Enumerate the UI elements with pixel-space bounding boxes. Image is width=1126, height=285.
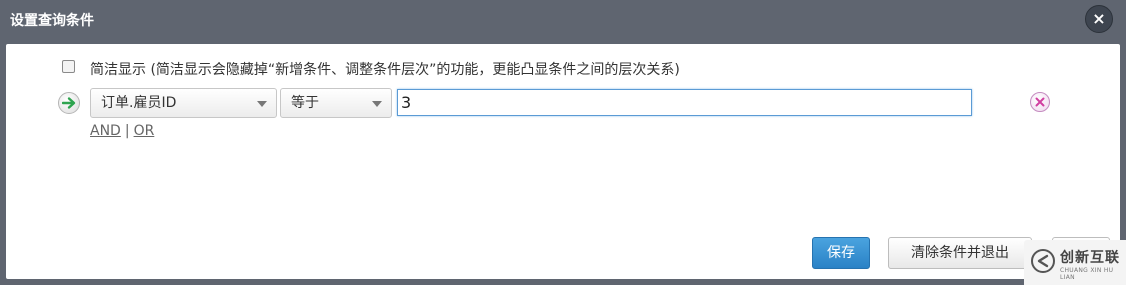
watermark-subtext: CHUANG XIN HU LIAN [1060,267,1114,281]
condition-value-input[interactable] [397,89,972,116]
chevron-down-icon [257,101,267,107]
chevron-down-icon [372,101,382,107]
brand-logo-icon [1031,249,1055,273]
logic-links: AND | OR [90,123,154,139]
dialog-title: 设置查询条件 [10,13,94,29]
close-icon: × [1092,9,1106,28]
clear-and-exit-button[interactable]: 清除条件并退出 [888,237,1032,269]
remove-condition-button[interactable] [1030,92,1050,112]
simple-display-label: 简洁显示 (简洁显示会隐藏掉“新增条件、调整条件层次”的功能，更能凸显条件之间的… [90,62,680,78]
add-condition-button[interactable] [58,92,80,114]
save-button[interactable]: 保存 [812,237,870,269]
field-select-value: 订单.雇员ID [101,95,177,111]
close-button[interactable]: × [1085,5,1113,33]
watermark-text: 创新互联 [1060,250,1120,266]
field-select[interactable]: 订单.雇员ID [90,88,277,118]
arrow-right-icon [62,97,76,109]
logic-separator: | [124,123,130,139]
operator-select-value: 等于 [291,95,319,111]
simple-display-checkbox[interactable] [62,60,75,73]
operator-select[interactable]: 等于 [280,88,392,118]
remove-x-icon [1035,97,1045,107]
watermark: 创新互联 CHUANG XIN HU LIAN [1024,240,1126,285]
and-link[interactable]: AND [90,123,121,139]
query-panel: 简洁显示 (简洁显示会隐藏掉“新增条件、调整条件层次”的功能，更能凸显条件之间的… [6,44,1120,279]
dialog-titlebar: 设置查询条件 × [0,0,1126,40]
or-link[interactable]: OR [134,123,155,139]
